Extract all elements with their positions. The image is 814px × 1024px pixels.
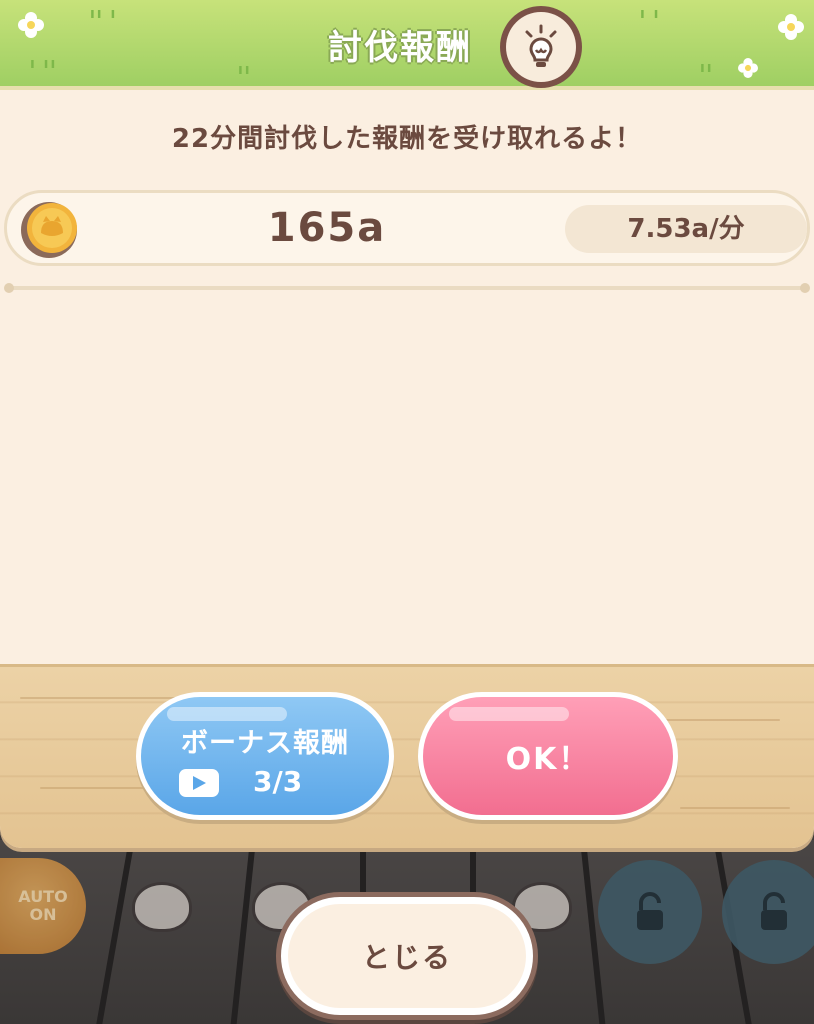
bonus-reward-button[interactable]: ボーナス報酬 3/3 — [136, 692, 394, 820]
reward-dialog: ıı ı ı ıı ıı ı ı ıı 討伐報酬 22分間討伐した報酬を受け取れ… — [0, 0, 814, 848]
reward-message: 22分間討伐した報酬を受け取れるよ！ — [171, 124, 643, 154]
button-gloss — [167, 707, 287, 721]
button-gloss — [449, 707, 569, 721]
reward-rate: 7.53a/分 — [565, 205, 807, 253]
strip-divider — [230, 840, 256, 1024]
grass-decoration: ıı ı — [90, 6, 118, 22]
grass-decoration: ı ıı — [30, 56, 58, 72]
flower-icon — [18, 12, 44, 38]
ok-button[interactable]: OK！ — [418, 692, 678, 820]
character-slot-icon[interactable] — [132, 882, 192, 932]
divider — [4, 283, 810, 293]
bonus-remaining-count: 3/3 — [253, 765, 303, 798]
hint-button[interactable] — [500, 6, 582, 88]
grass-decoration: ı ı — [640, 6, 661, 22]
dialog-title: 討伐報酬 — [328, 28, 472, 68]
wood-grain — [40, 787, 160, 789]
bonus-reward-label: ボーナス報酬 — [181, 728, 349, 759]
close-button[interactable]: とじる — [276, 892, 538, 1020]
strip-divider — [95, 840, 135, 1024]
auto-state-label: ON — [29, 905, 57, 924]
close-label: とじる — [288, 904, 526, 1008]
video-play-icon — [179, 769, 219, 797]
lightbulb-icon — [525, 24, 557, 67]
coin-icon — [21, 202, 77, 258]
grass-decoration: ıı — [700, 60, 714, 76]
lock-icon — [761, 892, 787, 930]
reward-amount: 165a — [267, 205, 387, 251]
flower-icon — [778, 14, 804, 40]
reward-row: 165a 7.53a/分 — [4, 190, 810, 266]
auto-label: AUTO — [18, 887, 68, 906]
flower-icon — [738, 58, 758, 78]
dialog-header: ıı ı ı ıı ıı ı ı ıı 討伐報酬 — [0, 0, 814, 90]
lock-icon — [637, 892, 663, 930]
locked-slot[interactable] — [598, 860, 702, 964]
wood-footer — [0, 664, 814, 848]
grass-decoration: ıı — [238, 62, 252, 78]
ok-label: OK！ — [505, 742, 591, 777]
wood-grain — [680, 807, 790, 809]
